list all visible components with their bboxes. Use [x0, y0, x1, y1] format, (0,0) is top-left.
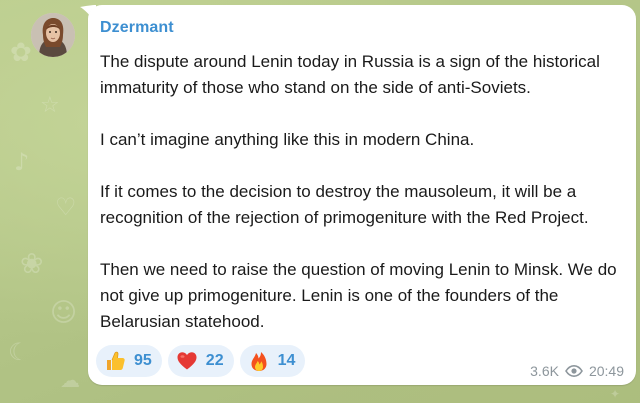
- doodle-cat-icon: ☺: [50, 298, 78, 328]
- message-time: 20:49: [588, 363, 624, 379]
- doodle-cloud-icon: ☁: [60, 368, 80, 392]
- sender-avatar[interactable]: [31, 13, 75, 57]
- sender-name[interactable]: Dzermant: [100, 19, 174, 37]
- reaction-count: 95: [134, 352, 152, 369]
- message-meta: 3.6K 20:49: [530, 363, 624, 379]
- avatar-portrait-icon: [31, 13, 75, 57]
- reactions-bar: 95 22 14: [96, 345, 306, 377]
- reaction-count: 14: [277, 352, 296, 369]
- reaction-count: 22: [205, 352, 224, 369]
- reaction-thumbs-up[interactable]: 95: [96, 345, 162, 377]
- doodle-star-icon: ☆: [40, 93, 60, 118]
- doodle-sparkle-icon: ✦: [610, 387, 621, 401]
- message-paragraph: The dispute around Lenin today in Russia…: [100, 52, 600, 97]
- message-paragraph: Then we need to raise the question of mo…: [100, 260, 617, 331]
- red-heart-icon: [176, 350, 198, 372]
- reaction-fire[interactable]: 14: [239, 345, 306, 377]
- reaction-heart[interactable]: 22: [167, 345, 234, 377]
- thumbs-up-icon: [104, 350, 126, 372]
- doodle-heart-icon: ♡: [55, 193, 77, 221]
- doodle-music-icon: ♪: [14, 148, 30, 176]
- fire-icon: [248, 350, 270, 372]
- view-count: 3.6K: [530, 363, 559, 379]
- message-bubble[interactable]: Dzermant The dispute around Lenin today …: [88, 5, 636, 385]
- message-paragraph: If it comes to the decision to destroy t…: [100, 182, 589, 227]
- doodle-flower-icon: ❀: [20, 247, 44, 280]
- doodle-paw-icon: ✿: [10, 38, 32, 68]
- doodle-moon-icon: ☾: [8, 338, 30, 366]
- message-text: The dispute around Lenin today in Russia…: [100, 49, 626, 335]
- eye-icon: [565, 365, 583, 377]
- message-paragraph: I can’t imagine anything like this in mo…: [100, 130, 475, 149]
